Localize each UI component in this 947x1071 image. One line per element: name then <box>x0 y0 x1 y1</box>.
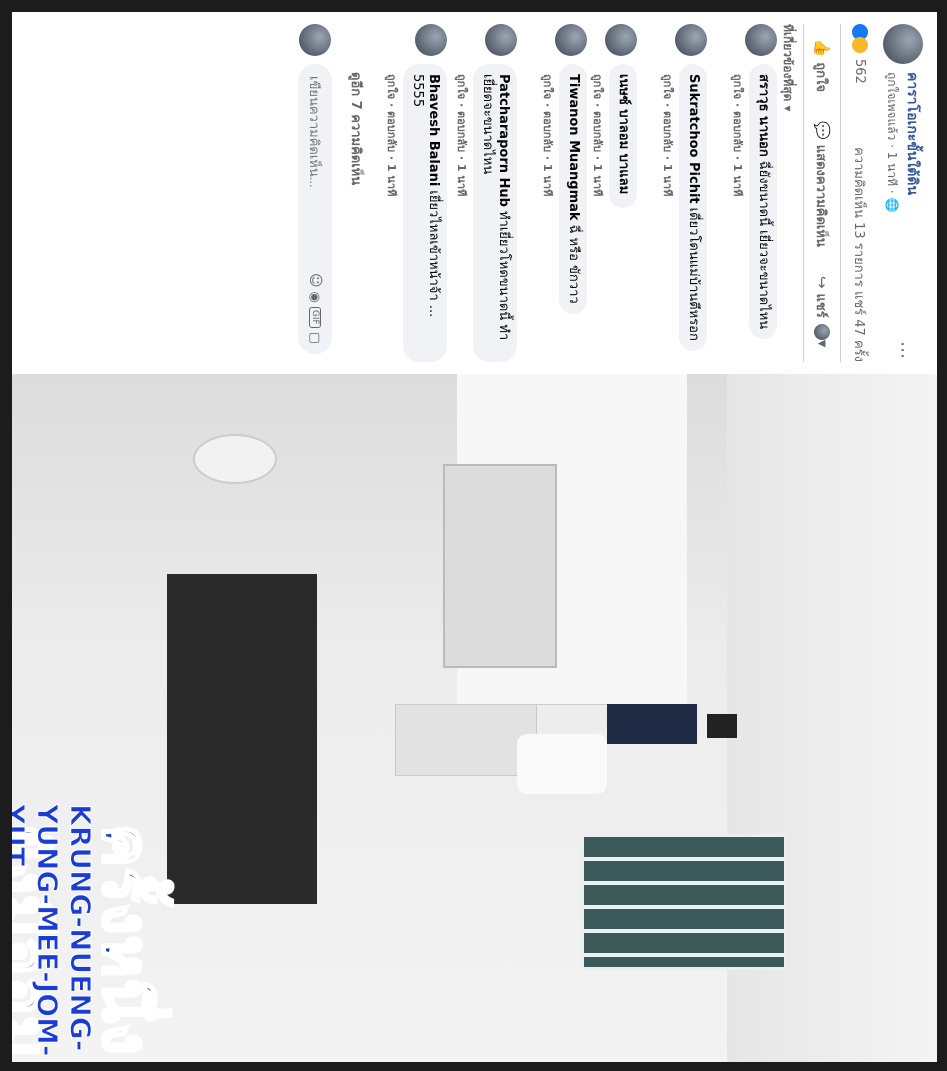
thumbs-up-icon: 👍 <box>813 38 831 58</box>
comment-item: Bhavesh Balaniเยี่ยวไหลเข้าหน้าจ้า ... 5… <box>383 24 447 362</box>
post-header: คาราโอเกะขั้นใต้ดิน ถูกใจเพจแล้ว · 1 นาท… <box>881 24 925 362</box>
commenter-avatar[interactable] <box>485 24 517 56</box>
comment-item: สราวุธ นานอกฉี่ยังขนาดนี้ เยี่ยวจะขนาดไห… <box>729 24 777 362</box>
comment-bubble: Bhavesh Balaniเยี่ยวไหลเข้าหน้าจ้า ... 5… <box>403 64 447 362</box>
comment-body: Tiwanon Muangmak ฉี่ หรือ ขักวาว ถูกใจ · ต… <box>539 64 587 362</box>
comment-bubble: สราวุธ นานอกฉี่ยังขนาดนี้ เยี่ยวจะขนาดไห… <box>749 64 777 340</box>
share-label: แชร์ <box>813 293 829 318</box>
post-photo[interactable]: ครั้งหนึ่งยังมีจอมยุทธ์ KRUNG-NUENG-YUNG… <box>12 374 937 1062</box>
comment-body: Patcharaporn Hubทำเยี่ยวโหดขนาดนี้ ทำเยี… <box>453 64 517 362</box>
comment-meta[interactable]: ถูกใจ · ตอบกลับ · 1 นาที <box>383 74 401 362</box>
comment-meta[interactable]: ถูกใจ · ตอบกลับ · 1 นาที <box>589 74 607 362</box>
like-button[interactable]: 👍 ถูกใจ <box>812 39 833 92</box>
user-avatar <box>299 24 331 56</box>
action-bar: 👍 ถูกใจ 💬 แสดงความคิดเห็น ↪ แชร์ ▼ <box>803 24 841 362</box>
more-options-icon[interactable]: ⋯ <box>893 338 914 362</box>
commenter-avatar[interactable] <box>605 24 637 56</box>
comment-meta[interactable]: ถูกใจ · ตอบกลับ · 1 นาที <box>539 74 557 362</box>
comment-text: ฉี่ หรือ ขักวาว <box>566 224 581 304</box>
like-label: ถูกใจ <box>813 62 829 92</box>
post-sub: ถูกใจเพจแล้ว · 1 นาที · <box>885 72 900 194</box>
comment-sort[interactable]: ที่เกี่ยวข้องที่สุด ▾ <box>778 24 797 112</box>
comment-meta[interactable]: ถูกใจ · ตอบกลับ · 1 นาที <box>659 74 677 362</box>
share-button[interactable]: ↪ แชร์ ▼ <box>812 276 833 347</box>
comment-item: Sukratchoo Pichit เดี่ยวโดนแม่บ้านตีหรอก ถ… <box>659 24 707 362</box>
comment-bubble: Patcharaporn Hubทำเยี่ยวโหดขนาดนี้ ทำเยี… <box>473 64 517 362</box>
gif-button[interactable]: GIF <box>309 306 321 328</box>
commenter-name[interactable]: Sukratchoo Pichit <box>686 74 701 204</box>
commenter-avatar[interactable] <box>555 24 587 56</box>
comment-meta[interactable]: ถูกใจ · ตอบกลับ · 1 นาที <box>729 74 747 362</box>
commenter-avatar[interactable] <box>745 24 777 56</box>
mirror <box>443 464 557 668</box>
comment-item: เนษซ์ บาลอม บาแลม ถูกใจ · ตอบกลับ · 1 นาท… <box>589 24 637 362</box>
comment-bubble: Sukratchoo Pichit เดี่ยวโดนแม่บ้านตีหรอก <box>679 64 707 351</box>
comment-bubble: Tiwanon Muangmak ฉี่ หรือ ขักวาว <box>559 64 587 314</box>
page-avatar[interactable] <box>883 24 923 64</box>
reactions-bar: 562 ความคิดเห็น 13 รายการ แชร์ 47 ครั้ง <box>849 24 871 362</box>
comment-body: Sukratchoo Pichit เดี่ยวโดนแม่บ้านตีหรอก ถ… <box>659 64 707 362</box>
commenter-name[interactable]: Tiwanon Muangmak <box>566 74 581 221</box>
commenter-name[interactable]: Bhavesh Balani <box>426 74 441 186</box>
comment-composer: ☺ ◉ GIF ▢ <box>295 24 335 354</box>
camera-icon[interactable]: ◉ <box>308 292 323 303</box>
reactions-summary[interactable]: 562 <box>852 24 868 84</box>
comment-button[interactable]: 💬 แสดงความคิดเห็น <box>812 121 833 247</box>
commenter-avatar[interactable] <box>415 24 447 56</box>
comment-body: สราวุธ นานอกฉี่ยังขนาดนี้ เยี่ยวจะขนาดไห… <box>729 64 777 362</box>
comment-icon: 💬 <box>813 121 831 140</box>
comment-label: แสดงความคิดเห็น <box>813 144 829 247</box>
sticker-icon[interactable]: ▢ <box>308 332 323 344</box>
share-icon: ↪ <box>813 275 831 289</box>
person-pants <box>607 704 697 744</box>
rotated-post: คาราโอเกะขั้นใต้ดิน ถูกใจเพจแล้ว · 1 นาท… <box>12 12 937 1062</box>
window <box>581 834 787 970</box>
comments-shares-count[interactable]: ความคิดเห็น 13 รายการ แชร์ 47 ครั้ง <box>850 147 871 362</box>
person-shirt <box>517 734 607 794</box>
view-more-comments[interactable]: ดูอีก 7 ความคิดเห็น <box>346 72 367 185</box>
person-shoes <box>707 714 737 738</box>
urinal-divider <box>395 704 537 776</box>
comment-input-wrap: ☺ ◉ GIF ▢ <box>298 64 332 354</box>
comment-body: Bhavesh Balaniเยี่ยวไหลเข้าหน้าจ้า ... 5… <box>383 64 447 362</box>
haha-reaction-icon <box>852 37 868 53</box>
comment-meta[interactable]: ถูกใจ · ตอบกลับ · 1 นาที <box>453 74 471 362</box>
post-viewer: คาราโอเกะขั้นใต้ดิน ถูกใจเพจแล้ว · 1 นาท… <box>12 12 937 1062</box>
granite-counter <box>167 574 317 904</box>
caption-english: KRUNG-NUENG-YUNG-MEE-JOM-YUT <box>12 804 98 1058</box>
globe-icon: 🌐 <box>885 197 900 213</box>
commenter-name[interactable]: เนษซ์ บาลอม บาแลม <box>616 74 631 194</box>
sink <box>193 434 277 484</box>
commenter-name[interactable]: สราวุธ นานอก <box>756 74 771 157</box>
comment-input[interactable] <box>306 74 324 269</box>
post-panel: คาราโอเกะขั้นใต้ดิน ถูกใจเพจแล้ว · 1 นาท… <box>12 12 937 374</box>
comment-bubble: เนษซ์ บาลอม บาแลม <box>609 64 637 209</box>
commenter-name[interactable]: Patcharaporn Hub <box>496 74 511 207</box>
page-name[interactable]: คาราโอเกะขั้นใต้ดิน <box>902 72 924 338</box>
commenter-avatar[interactable] <box>675 24 707 56</box>
comment-item: Patcharaporn Hubทำเยี่ยวโหดขนาดนี้ ทำเยี… <box>453 24 517 362</box>
comment-text: ฉี่ยังขนาดนี้ เยี่ยวจะขนาดไหน <box>756 160 771 330</box>
share-as-avatar <box>814 323 830 340</box>
comment-item: Tiwanon Muangmak ฉี่ หรือ ขักวาว ถูกใจ · ต… <box>539 24 587 362</box>
caret-down-icon: ▼ <box>816 339 828 348</box>
caret-down-icon: ▾ <box>781 105 795 112</box>
reaction-count: 562 <box>852 59 868 84</box>
comment-body: เนษซ์ บาลอม บาแลม ถูกใจ · ตอบกลับ · 1 นาท… <box>589 64 637 362</box>
emoji-icon[interactable]: ☺ <box>307 273 323 288</box>
page-info: คาราโอเกะขั้นใต้ดิน ถูกใจเพจแล้ว · 1 นาท… <box>883 72 924 338</box>
comment-text: เดี่ยวโดนแม่บ้านตีหรอก <box>686 207 701 341</box>
sort-label: ที่เกี่ยวข้องที่สุด <box>781 24 795 102</box>
